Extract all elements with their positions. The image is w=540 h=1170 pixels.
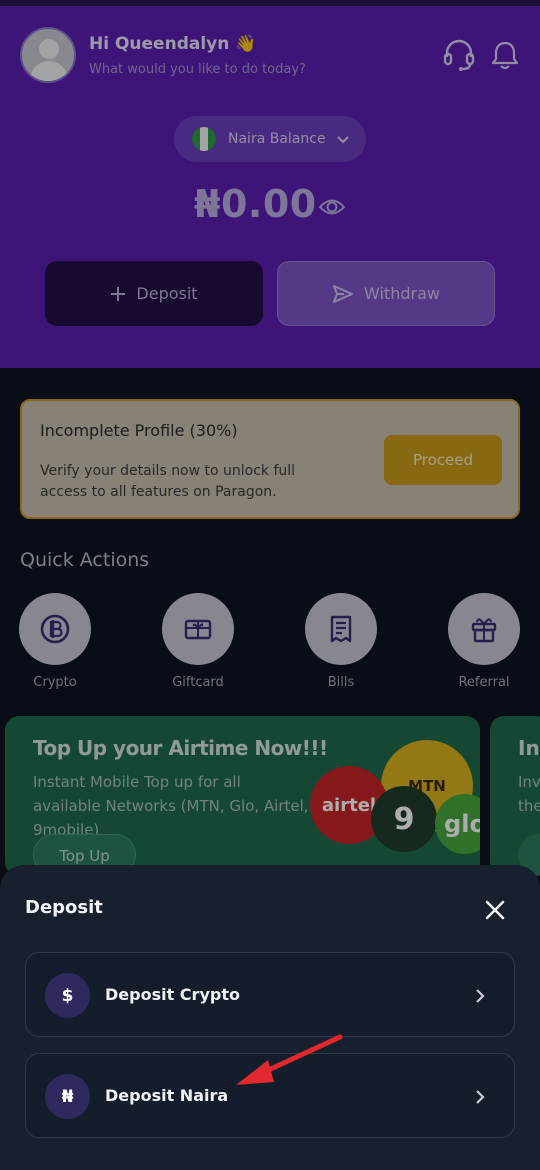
chevron-down-icon [336, 136, 349, 144]
balance-amount: ₦0.00 [194, 182, 317, 226]
incomplete-profile-card: Incomplete Profile (30%) Verify your det… [20, 399, 520, 519]
deposit-naira-option[interactable]: ₦ Deposit Naira [25, 1053, 515, 1138]
quick-action-label: Crypto [33, 675, 77, 690]
giftcard-icon [184, 619, 212, 640]
quick-action-referral[interactable]: Referral [448, 593, 520, 690]
naira-icon: ₦ [45, 1074, 90, 1119]
headset-icon[interactable] [442, 38, 476, 72]
deposit-crypto-option[interactable]: $ Deposit Crypto [25, 952, 515, 1037]
sheet-title: Deposit [25, 897, 103, 918]
gift-icon [471, 618, 497, 643]
greeting-subtitle: What would you like to do today? [89, 62, 306, 77]
receipt-icon [330, 615, 352, 643]
bell-icon[interactable] [488, 38, 522, 72]
plus-icon [111, 286, 126, 301]
quick-action-bills[interactable]: Bills [305, 593, 377, 690]
deposit-naira-label: Deposit Naira [105, 1086, 229, 1105]
airtime-promo-banner[interactable]: Top Up your Airtime Now!!! Instant Mobil… [5, 716, 480, 876]
investment-promo-banner[interactable]: Inv Inv the [490, 716, 540, 876]
eye-icon[interactable] [318, 196, 346, 218]
avatar[interactable] [20, 27, 76, 83]
withdraw-button-label: Withdraw [364, 284, 440, 303]
quick-action-label: Giftcard [172, 675, 224, 690]
glo-logo-ball: glo [435, 794, 480, 854]
profile-card-title: Incomplete Profile (30%) [40, 421, 238, 440]
quick-action-crypto[interactable]: Crypto [19, 593, 91, 690]
bitcoin-icon [40, 614, 70, 644]
quick-action-label: Referral [458, 675, 510, 690]
close-icon[interactable] [484, 899, 506, 921]
deposit-button[interactable]: Deposit [45, 261, 263, 326]
profile-card-text: Verify your details now to unlock full a… [40, 463, 296, 500]
dollar-icon: $ [45, 973, 90, 1018]
quick-action-giftcard[interactable]: Giftcard [162, 593, 234, 690]
deposit-button-label: Deposit [136, 284, 198, 303]
greeting-text: Hi Queendalyn 👋 [89, 34, 257, 54]
9mobile-logo-ball: 9 [371, 786, 437, 852]
deposit-bottom-sheet: Deposit $ Deposit Crypto ₦ Deposit Naira [0, 865, 540, 1170]
chevron-right-icon [476, 989, 485, 1003]
nigeria-flag-icon [192, 127, 216, 151]
banner2-text: Inv the [518, 773, 540, 815]
proceed-button[interactable]: Proceed [384, 435, 502, 485]
balance-selector-label: Naira Balance [228, 131, 326, 147]
balance-currency-selector[interactable]: Naira Balance [174, 116, 366, 162]
quick-action-label: Bills [327, 675, 355, 690]
withdraw-button[interactable]: Withdraw [277, 261, 495, 326]
quick-actions-title: Quick Actions [20, 549, 150, 571]
deposit-crypto-label: Deposit Crypto [105, 985, 240, 1004]
banner-text: Instant Mobile Top up for all available … [33, 773, 309, 839]
chevron-right-icon [476, 1090, 485, 1104]
banner2-title: Inv [518, 736, 540, 760]
banner-title: Top Up your Airtime Now!!! [33, 736, 328, 760]
send-icon [333, 284, 354, 303]
